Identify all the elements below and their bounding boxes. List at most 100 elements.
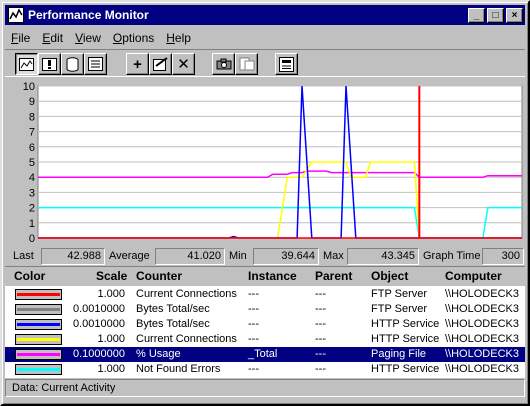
y-tick-label: 9 (29, 96, 35, 108)
report-view-icon (88, 57, 103, 71)
bookmark-button[interactable] (235, 53, 258, 75)
menu-help[interactable]: Help (160, 31, 197, 45)
legend-parent-cell: --- (315, 303, 326, 315)
legend-parent-cell: --- (315, 363, 326, 375)
title-bar[interactable]: Performance Monitor _ □ × (5, 5, 525, 25)
legend-counter-cell: Bytes Total/sec (136, 303, 210, 315)
y-tick-label: 2 (29, 203, 35, 215)
legend-parent-cell: --- (315, 333, 326, 345)
legend-scale-cell: 1.000 (97, 333, 125, 345)
legend-counter-cell: Current Connections (136, 333, 237, 345)
min-value: 39.644 (253, 248, 319, 265)
minimize-button[interactable]: _ (468, 7, 485, 23)
legend-parent-cell: --- (315, 348, 326, 360)
delete-counter-button[interactable]: ✕ (172, 53, 195, 75)
options-button[interactable] (275, 53, 298, 75)
legend-counter-cell: Not Found Errors (136, 363, 221, 375)
legend-row[interactable]: 0.0010000 Bytes Total/sec --- --- FTP Server… (5, 302, 525, 317)
parent-header: Parent (315, 269, 353, 283)
y-tick-label: 7 (29, 127, 35, 139)
menu-edit[interactable]: Edit (36, 31, 69, 45)
legend-scale-cell: 0.1000000 (73, 348, 125, 360)
average-value: 41.020 (155, 248, 225, 265)
counter-header: Counter (136, 269, 182, 283)
alert-view-button[interactable] (38, 53, 61, 75)
legend-counter-cell: % Usage (136, 348, 181, 360)
snapshot-icon (216, 58, 231, 70)
legend-instance-cell: --- (248, 303, 259, 315)
legend-object-cell: Paging File (371, 348, 427, 360)
legend-row[interactable]: 1.000 Current Connections --- --- FTP Server… (5, 287, 525, 302)
legend-row[interactable]: 0.0010000 Bytes Total/sec --- --- HTTP Servi… (5, 317, 525, 332)
object-header: Object (371, 269, 409, 283)
legend-counter-cell: Current Connections (136, 288, 237, 300)
y-tick-label: 5 (29, 157, 35, 169)
legend-instance-cell: --- (248, 288, 259, 300)
y-tick-label: 10 (23, 81, 35, 93)
min-label: Min (229, 250, 247, 262)
color-header: Color (14, 269, 46, 283)
legend-scale-cell: 0.0010000 (73, 318, 125, 330)
y-tick-label: 4 (29, 172, 35, 184)
legend-computer-cell: \\HOLODECK3 (445, 303, 519, 315)
computer-header: Computer (445, 269, 502, 283)
legend-computer-cell: \\HOLODECK3 (445, 333, 519, 345)
legend-object-cell: HTTP Service (371, 363, 440, 375)
chart-view-button[interactable] (15, 53, 38, 75)
legend-row[interactable]: 1.000 Current Connections --- --- HTTP Servi… (5, 332, 525, 347)
legend-object-cell: FTP Server (371, 303, 428, 315)
legend-header: Color Scale Counter Instance Parent Obje… (5, 267, 525, 286)
y-tick-label: 8 (29, 111, 35, 123)
chart-area: 0 1 2 3 4 5 6 7 8 9 10 (10, 80, 524, 246)
y-tick-label: 1 (29, 218, 35, 230)
log-view-button[interactable] (61, 53, 84, 75)
snapshot-button[interactable] (212, 53, 235, 75)
legend-object-cell: FTP Server (371, 288, 428, 300)
report-view-button[interactable] (84, 53, 107, 75)
log-view-icon (66, 56, 79, 72)
legend-row[interactable]: 1.000 Not Found Errors --- --- HTTP Service \… (5, 362, 525, 377)
legend-parent-cell: --- (315, 288, 326, 300)
legend-computer-cell: \\HOLODECK3 (445, 363, 519, 375)
legend-parent-cell: --- (315, 318, 326, 330)
close-button[interactable]: × (506, 7, 523, 23)
legend-scale-cell: 1.000 (97, 288, 125, 300)
legend-computer-cell: \\HOLODECK3 (445, 288, 519, 300)
value-bar: Last 42.988 Average 41.020 Min 39.644 Ma… (10, 247, 524, 266)
max-label: Max (323, 250, 344, 262)
menu-options[interactable]: Options (107, 31, 160, 45)
legend-counter-cell: Bytes Total/sec (136, 318, 210, 330)
performance-monitor-window: Performance Monitor _ □ × File Edit View… (0, 0, 530, 406)
legend-instance-cell: --- (248, 363, 259, 375)
edit-counter-button[interactable] (149, 53, 172, 75)
legend-instance-cell: _Total (248, 348, 278, 360)
legend-scale-cell: 0.0010000 (73, 303, 125, 315)
edit-counter-icon (152, 57, 168, 71)
graph-time-value: 300 (482, 248, 524, 265)
instance-header: Instance (248, 269, 297, 283)
y-tick-label: 6 (29, 142, 35, 154)
legend-instance-cell: --- (248, 333, 259, 345)
legend: Color Scale Counter Instance Parent Obje… (5, 266, 525, 378)
legend-row[interactable]: 0.1000000 % Usage _Total --- Paging File \\HO… (5, 347, 525, 362)
menu-file[interactable]: File (5, 31, 36, 45)
legend-instance-cell: --- (248, 318, 259, 330)
max-value: 43.345 (347, 248, 419, 265)
last-label: Last (13, 250, 34, 262)
chart-view-icon (19, 57, 34, 71)
add-counter-icon: + (133, 55, 142, 73)
status-bar: Data: Current Activity (5, 379, 525, 397)
legend-object-cell: HTTP Service (371, 318, 440, 330)
status-text: Data: Current Activity (12, 382, 116, 394)
add-counter-button[interactable]: + (126, 53, 149, 75)
menu-view[interactable]: View (69, 31, 107, 45)
legend-computer-cell: \\HOLODECK3 (445, 318, 519, 330)
window-title: Performance Monitor (28, 8, 149, 22)
y-tick-label: 0 (29, 233, 35, 245)
perfmon-app-icon[interactable] (8, 7, 24, 23)
graph-time-label: Graph Time (423, 250, 481, 262)
bookmark-icon (239, 57, 254, 71)
delete-counter-icon: ✕ (177, 55, 190, 73)
maximize-button[interactable]: □ (487, 7, 504, 23)
y-tick-label: 3 (29, 187, 35, 199)
